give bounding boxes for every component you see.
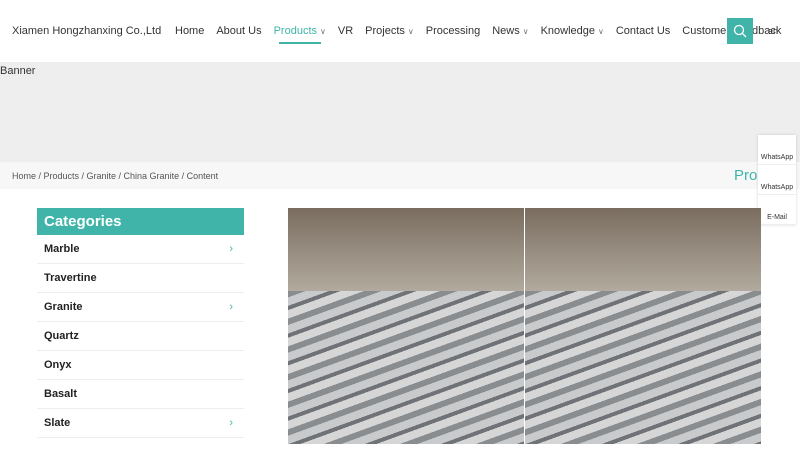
- nav-label: Projects: [365, 25, 405, 37]
- nav-label: VR: [337, 25, 354, 37]
- whatsapp-button[interactable]: WhatsApp: [758, 165, 796, 195]
- category-item[interactable]: Onyx: [37, 351, 244, 380]
- nav-label: About Us: [216, 25, 262, 37]
- nav-item-vr[interactable]: VR: [338, 25, 353, 37]
- category-item[interactable]: Travertine: [37, 264, 244, 293]
- product-image[interactable]: [288, 208, 761, 444]
- search-icon: [733, 24, 747, 38]
- nav-item-projects[interactable]: Projects ∨: [365, 25, 414, 37]
- nav-label: Home: [175, 25, 205, 37]
- main-nav: Home About Us Products ∨ VR Projects ∨ Processi…: [175, 25, 793, 44]
- side-contact-bar: WhatsApp WhatsApp E-Mail: [758, 135, 796, 225]
- category-label: Slate: [44, 417, 71, 429]
- nav-label: News: [492, 25, 520, 37]
- nav-item-products[interactable]: Products ∨: [273, 25, 326, 44]
- category-label: Granite: [44, 301, 83, 313]
- nav-label: Products: [273, 25, 318, 37]
- category-label: Marble: [44, 243, 80, 255]
- product-photo-left: [288, 208, 524, 444]
- category-label: Quartz: [44, 330, 79, 342]
- categories-title: Categories: [37, 208, 244, 235]
- nav-label: Knowledge: [540, 25, 595, 37]
- category-item[interactable]: Quartz: [37, 322, 244, 351]
- email-button[interactable]: E-Mail: [758, 195, 796, 225]
- category-label: Basalt: [44, 388, 78, 400]
- product-photo-right: [525, 208, 761, 444]
- nav-label: Processing: [425, 25, 481, 37]
- category-item[interactable]: Slate ›: [37, 409, 244, 438]
- nav-item-home[interactable]: Home: [175, 25, 204, 37]
- chevron-down-icon: ∨: [407, 27, 414, 36]
- nav-item-contact-us[interactable]: Contact Us: [616, 25, 670, 37]
- nav-item-processing[interactable]: Processing: [426, 25, 480, 37]
- header: Xiamen Hongzhanxing Co.,Ltd Home About Us…: [0, 0, 800, 62]
- category-label: Travertine: [44, 272, 97, 284]
- nav-item-news[interactable]: News ∨: [492, 25, 528, 37]
- chevron-down-icon: ∨: [598, 27, 604, 36]
- search-button[interactable]: [727, 18, 753, 44]
- banner-label: Banner: [0, 65, 36, 77]
- nav-item-about-us[interactable]: About Us: [216, 25, 261, 37]
- breadcrumb[interactable]: Home / Products / Granite / China Granit…: [12, 171, 218, 181]
- chevron-right-icon[interactable]: ›: [229, 243, 233, 255]
- category-item[interactable]: Marble ›: [37, 235, 244, 264]
- chevron-down-icon: ∨: [320, 27, 326, 36]
- banner: Banner: [0, 62, 800, 162]
- nav-label: Contact Us: [615, 25, 671, 37]
- breadcrumb-bar: Home / Products / Granite / China Granit…: [0, 162, 800, 189]
- chevron-right-icon[interactable]: ›: [229, 417, 233, 429]
- chevron-right-icon[interactable]: ›: [229, 301, 233, 313]
- chevron-down-icon: ∨: [522, 27, 529, 36]
- logo[interactable]: Xiamen Hongzhanxing Co.,Ltd: [12, 25, 161, 37]
- whatsapp-button[interactable]: WhatsApp: [758, 135, 796, 165]
- category-label: Onyx: [44, 359, 72, 371]
- category-item[interactable]: Granite ›: [37, 293, 244, 322]
- language-selector[interactable]: en: [768, 26, 778, 36]
- nav-item-knowledge[interactable]: Knowledge ∨: [541, 25, 604, 37]
- category-item[interactable]: Basalt: [37, 380, 244, 409]
- categories-panel: Categories Marble › Travertine Granite › Quar…: [37, 208, 244, 438]
